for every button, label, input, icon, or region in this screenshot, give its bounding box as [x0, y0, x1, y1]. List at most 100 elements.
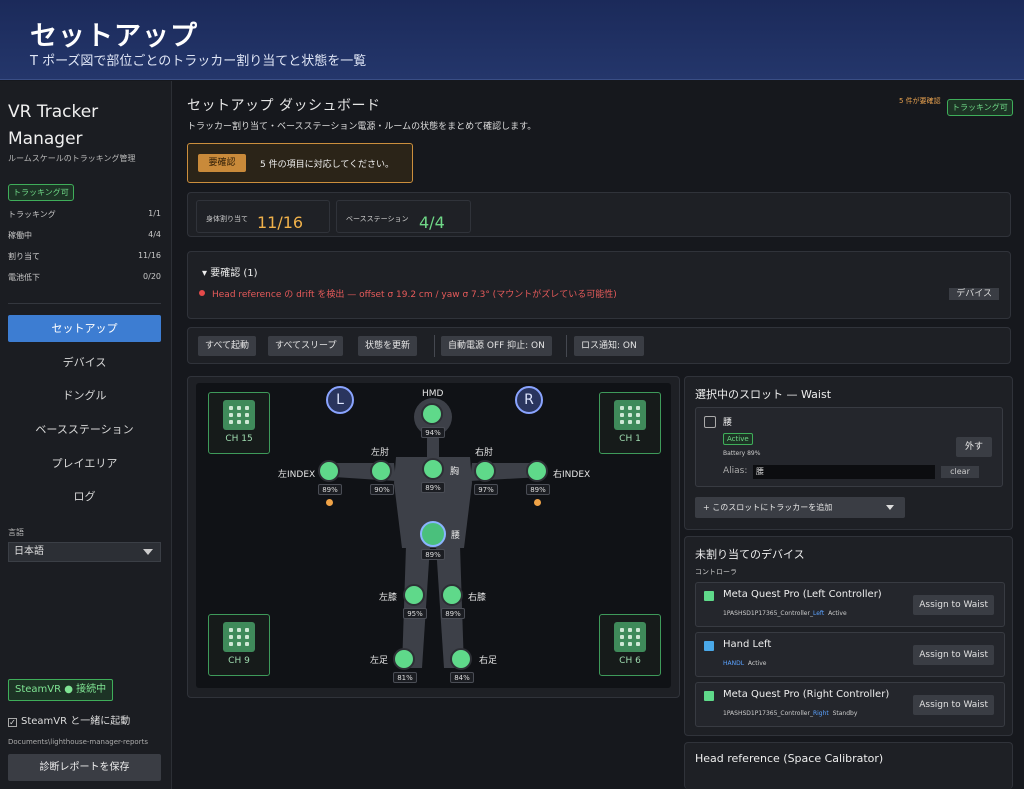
node-label-right-knee: 右膝	[468, 593, 487, 603]
tracker-node-left-knee[interactable]	[403, 584, 425, 606]
tracker-node-waist[interactable]	[420, 521, 446, 547]
toolbar-divider	[434, 335, 435, 357]
assign-to-waist-button[interactable]: Assign to Waist	[913, 645, 994, 665]
assign-to-waist-button[interactable]: Assign to Waist	[913, 595, 994, 615]
alert-banner: 要確認 5 件の項目に対応してください。	[187, 143, 413, 183]
toolbar: すべて起動 すべてスリープ 状態を更新 自動電源 OFF 抑止: ON ロス通知…	[187, 327, 1011, 364]
battery-percent: 84%	[450, 672, 474, 683]
unassigned-devices-panel: 未割り当てのデバイス コントローラ Meta Quest Pro (Left C…	[684, 536, 1013, 736]
battery-percent: 89%	[421, 549, 445, 560]
battery-percent: 89%	[421, 482, 445, 493]
chevron-down-icon	[143, 549, 153, 555]
tracker-node-right-elbow[interactable]	[474, 460, 496, 482]
page-title: セットアップ	[30, 21, 198, 52]
save-report-button[interactable]: 診断レポートを保存	[8, 754, 161, 781]
battery-level: Battery 89%	[723, 450, 761, 457]
node-label-left-elbow: 左肘	[371, 448, 390, 458]
t-pose-figure: CH 15 CH 1 CH 9 CH 6 L R HMD 94% 左肘 90% …	[196, 383, 671, 688]
top-banner: セットアップ T ポーズ図で部位ごとのトラッカー割り当てと状態を一覧	[0, 0, 1024, 80]
remove-button[interactable]: 外す	[956, 437, 992, 457]
stat-tracking: トラッキング 1/1	[8, 209, 161, 219]
tracker-node-right-knee[interactable]	[441, 584, 463, 606]
controller-group-label: コントローラ	[695, 568, 737, 576]
report-path: Documents\lighthouse-manager-reports	[8, 738, 148, 746]
status-badge: Active	[723, 433, 753, 445]
slot-tracker-card: 腰 Active Battery 89% 外す Alias: 腰 clear	[695, 407, 1003, 487]
battery-percent: 94%	[421, 427, 445, 438]
battery-percent: 89%	[526, 484, 550, 495]
alias-input[interactable]: 腰	[753, 465, 935, 479]
tracker-node-left-index[interactable]	[318, 460, 340, 482]
page-subtitle: T ポーズ図で部位ごとのトラッカー割り当てと状態を一覧	[30, 54, 367, 69]
stats-panel: 身体割り当て 11/16 ベースステーション 4/4	[187, 192, 1011, 237]
auto-power-off-toggle[interactable]: 自動電源 OFF 抑止: ON	[441, 336, 552, 356]
sidebar-divider	[8, 303, 161, 304]
selected-slot-title: 選択中のスロット — Waist	[695, 388, 832, 401]
nav-setup[interactable]: セットアップ	[8, 315, 161, 342]
nav-base-stations[interactable]: ベースステーション	[8, 416, 161, 443]
stat-low-battery: 電池低下 0/20	[8, 272, 161, 282]
sleep-all-button[interactable]: すべてスリープ	[268, 336, 344, 356]
device-color-icon	[704, 641, 714, 651]
alert-tag: 要確認	[198, 154, 246, 172]
tracker-node-right-index[interactable]	[526, 460, 548, 482]
main-content: セットアップ ダッシュボード トラッカー割り当て・ベースステーション電源・ルーム…	[173, 81, 1024, 789]
nav-dongles[interactable]: ドングル	[8, 382, 161, 409]
loss-notify-toggle[interactable]: ロス通知: ON	[574, 336, 644, 356]
dashboard-subtitle: トラッカー割り当て・ベースステーション電源・ルームの状態をまとめて確認します。	[187, 122, 537, 132]
nav-play-area[interactable]: プレイエリア	[8, 450, 161, 477]
node-label-chest: 胸	[450, 467, 460, 477]
battery-percent: 97%	[474, 484, 498, 495]
battery-percent: 81%	[393, 672, 417, 683]
language-select[interactable]: 日本語	[8, 542, 161, 562]
device-row: Meta Quest Pro (Right Controller) 1PASHS…	[695, 682, 1005, 727]
tracker-node-left-foot[interactable]	[393, 648, 415, 670]
dashboard-title: セットアップ ダッシュボード	[187, 98, 381, 114]
head-reference-panel: Head reference (Space Calibrator)	[684, 742, 1013, 789]
battery-percent: 90%	[370, 484, 394, 495]
header-status-badge: トラッキング可	[947, 95, 1013, 116]
node-label-right-elbow: 右肘	[475, 448, 494, 458]
assign-to-waist-button[interactable]: Assign to Waist	[913, 695, 994, 715]
issues-heading[interactable]: ▾ 要確認 (1)	[202, 264, 258, 279]
issue-text: Head reference の drift を検出 — offset σ 19…	[212, 290, 617, 300]
sidebar: VR Tracker Manager ルームスケールのトラッキング管理 トラッキ…	[0, 81, 172, 789]
tracker-node-left-elbow[interactable]	[370, 460, 392, 482]
stat-assigned: 割り当て 11/16	[8, 251, 161, 261]
clear-alias-button[interactable]: clear	[941, 466, 979, 478]
node-label-left-index: 左INDEX	[278, 470, 316, 480]
node-label-hmd: HMD	[422, 389, 444, 399]
add-tracker-dropdown[interactable]: + このスロットにトラッカーを追加	[695, 497, 905, 518]
slot-select-checkbox[interactable]	[704, 416, 716, 428]
alias-label: Alias:	[723, 466, 748, 476]
node-label-right-foot: 右足	[479, 656, 498, 666]
app-subtitle: ルームスケールのトラッキング管理	[8, 154, 136, 163]
tracker-node-right-foot[interactable]	[450, 648, 472, 670]
device-color-icon	[704, 691, 714, 701]
device-row: Meta Quest Pro (Left Controller) 1PASHSD…	[695, 582, 1005, 627]
battery-percent: 89%	[441, 608, 465, 619]
app-name: VR Tracker Manager	[8, 102, 99, 149]
toolbar-divider	[566, 335, 567, 357]
refresh-status-button[interactable]: 状態を更新	[358, 336, 418, 356]
tracker-node-chest[interactable]	[422, 458, 444, 480]
language-label: 言語	[8, 528, 24, 537]
issue-devices-button[interactable]: デバイス	[949, 288, 999, 300]
warning-dot-icon	[326, 499, 333, 506]
stat-active: 稼働中 4/4	[8, 230, 161, 240]
start-all-button[interactable]: すべて起動	[198, 336, 257, 356]
device-row: Hand Left HANDL Active Assign to Waist	[695, 632, 1005, 677]
node-label-left-foot: 左足	[370, 656, 389, 666]
body-map-panel: CH 15 CH 1 CH 9 CH 6 L R HMD 94% 左肘 90% …	[187, 376, 680, 698]
tracker-node-hmd[interactable]	[421, 403, 443, 425]
steamvr-status-badge: SteamVR ● 接続中	[8, 679, 114, 701]
warning-dot-icon	[534, 499, 541, 506]
nav-devices[interactable]: デバイス	[8, 349, 161, 376]
head-reference-title: Head reference (Space Calibrator)	[695, 752, 884, 765]
steamvr-autostart-checkbox[interactable]: ✓ SteamVR と一緒に起動	[8, 712, 130, 727]
nav-logs[interactable]: ログ	[8, 483, 161, 510]
alert-message: 5 件の項目に対応してください。	[260, 160, 395, 170]
tracking-status-badge: トラッキング可	[8, 180, 74, 201]
check-icon: ✓	[8, 718, 17, 727]
node-label-right-index: 右INDEX	[553, 470, 591, 480]
